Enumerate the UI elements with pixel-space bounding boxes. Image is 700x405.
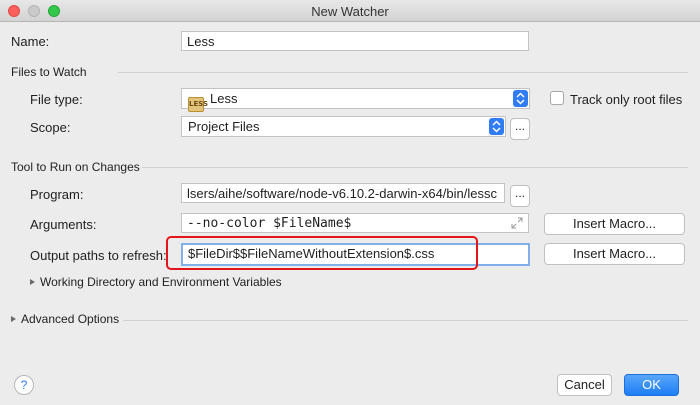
files-to-watch-heading: Files to Watch — [11, 65, 87, 79]
scope-label: Scope: — [30, 120, 71, 135]
red-highlight-box — [166, 236, 478, 270]
separator — [118, 72, 688, 73]
separator — [123, 320, 688, 321]
name-label: Name: — [11, 34, 50, 49]
scope-value: Project Files — [188, 119, 260, 134]
scope-select[interactable]: Project Files — [181, 116, 506, 137]
disclosure-triangle-icon[interactable] — [30, 279, 35, 285]
separator — [142, 167, 688, 168]
arguments-label: Arguments: — [30, 217, 97, 232]
track-root-files-checkbox[interactable] — [550, 91, 564, 105]
file-type-label: File type: — [30, 92, 83, 107]
program-label: Program: — [30, 187, 84, 202]
ok-button[interactable]: OK — [624, 374, 679, 396]
chevron-updown-icon — [489, 118, 504, 135]
program-browse-button[interactable]: ... — [510, 185, 530, 207]
output-paths-label: Output paths to refresh: — [30, 248, 167, 263]
arguments-value: --no-color $FileName$ — [187, 216, 352, 231]
title-bar: New Watcher — [0, 0, 700, 22]
program-field[interactable]: lsers/aihe/software/node-v6.10.2-darwin-… — [181, 183, 505, 203]
name-field[interactable]: Less — [181, 31, 529, 51]
working-dir-toggle[interactable]: Working Directory and Environment Variab… — [40, 275, 282, 289]
insert-macro-arguments-button[interactable]: Insert Macro... — [544, 213, 685, 235]
disclosure-triangle-icon[interactable] — [11, 316, 16, 322]
chevron-updown-icon — [513, 90, 528, 107]
arguments-field[interactable]: --no-color $FileName$ — [181, 213, 529, 233]
advanced-options-toggle[interactable]: Advanced Options — [21, 312, 119, 326]
help-button[interactable]: ? — [14, 375, 34, 395]
track-root-files-label: Track only root files — [570, 92, 683, 107]
window-title: New Watcher — [311, 4, 389, 19]
less-file-icon: LESS — [188, 97, 208, 112]
new-watcher-dialog: New Watcher Name: Less Files to Watch Fi… — [0, 0, 700, 405]
scope-browse-button[interactable]: ... — [510, 118, 530, 140]
file-type-value: Less — [210, 91, 238, 106]
expand-icon[interactable] — [511, 217, 523, 232]
tool-to-run-heading: Tool to Run on Changes — [11, 160, 140, 174]
insert-macro-output-button[interactable]: Insert Macro... — [544, 243, 685, 265]
file-type-select[interactable]: LESS Less — [181, 88, 530, 112]
cancel-button[interactable]: Cancel — [557, 374, 612, 396]
